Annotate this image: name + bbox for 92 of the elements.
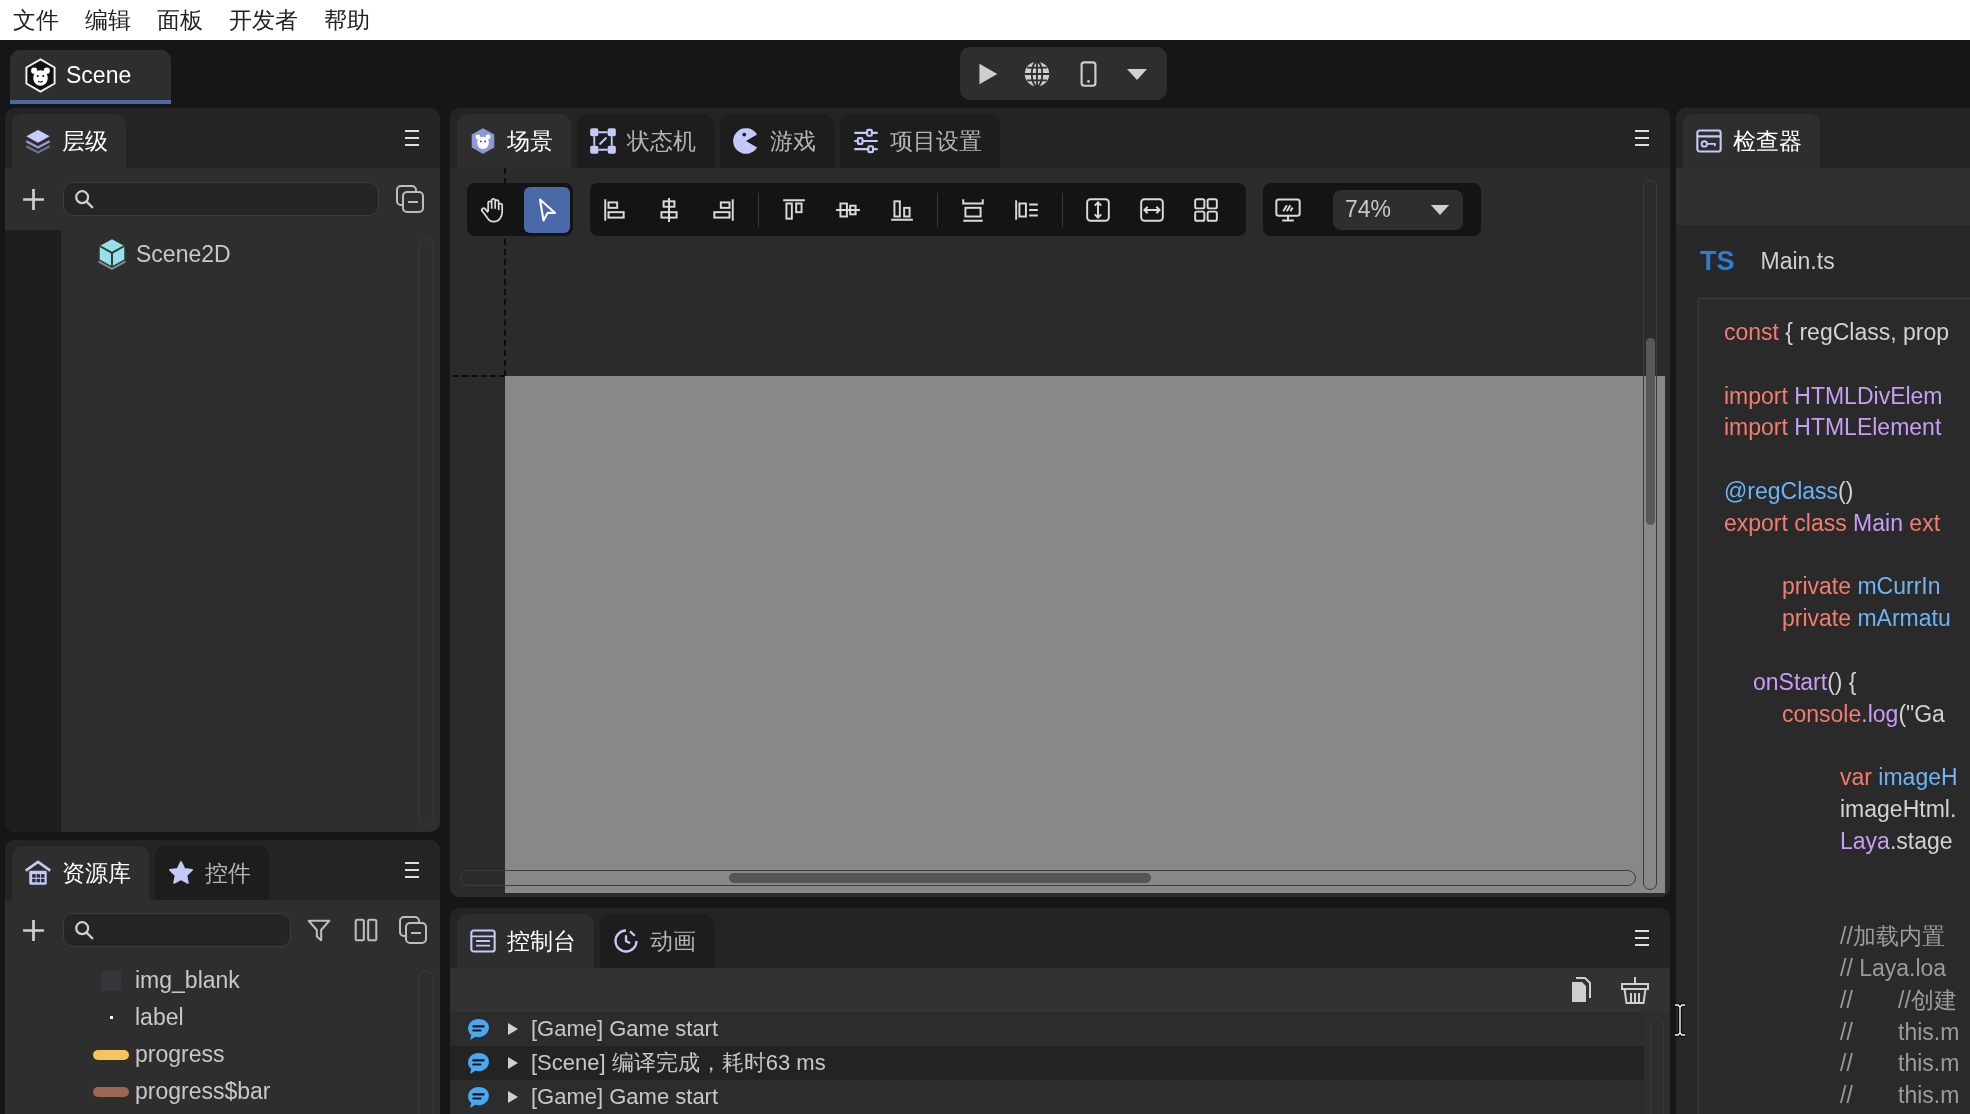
grid-icon[interactable]: [1193, 196, 1219, 223]
copy-icon[interactable]: [1569, 976, 1593, 1004]
asset-item[interactable]: progress$bar: [93, 1073, 271, 1110]
tool-button[interactable]: [524, 186, 570, 233]
menu-item[interactable]: 文件: [13, 4, 59, 36]
code-line: var imageH: [1840, 764, 1958, 791]
sliders-icon: [852, 127, 880, 155]
file-name: Main.ts: [1760, 248, 1835, 275]
code-line: // this.m: [1840, 1082, 1960, 1109]
panel-tab[interactable]: 状态机: [577, 114, 714, 168]
code-line: import HTMLDivElem: [1724, 382, 1943, 409]
basket-icon[interactable]: [1618, 975, 1652, 1005]
cube-icon: [97, 238, 127, 270]
text-cursor-icon: [1672, 1003, 1688, 1037]
code-line: //加载内置: [1840, 923, 1945, 950]
phone-icon[interactable]: [1080, 60, 1098, 87]
menu-icon[interactable]: [1633, 928, 1651, 948]
panel-tab[interactable]: 控制台: [457, 914, 594, 968]
code-line: onStart() {: [1753, 668, 1857, 695]
code-line: const { regClass, prop: [1724, 319, 1949, 345]
code-line: @regClass(): [1724, 478, 1854, 504]
window-key-icon: [1695, 127, 1723, 155]
code-line: private mCurrIn: [1782, 573, 1941, 600]
zoom-dropdown[interactable]: 74%: [1333, 189, 1463, 230]
align-top-icon[interactable]: [781, 196, 807, 223]
fit-width-icon[interactable]: [1139, 196, 1165, 223]
menu-item[interactable]: 编辑: [85, 4, 131, 36]
code-line: console.log("Ga: [1782, 700, 1945, 727]
file-type-label: TS: [1700, 246, 1735, 277]
menu-icon[interactable]: [403, 860, 421, 880]
disclosure-triangle-icon[interactable]: [507, 1022, 519, 1036]
code-line: // Laya.loa: [1840, 954, 1947, 981]
star-icon: [167, 859, 195, 887]
console-icon: [469, 927, 497, 955]
warehouse-icon: [24, 859, 52, 887]
plus-icon[interactable]: [21, 917, 46, 943]
code-line: // this.m: [1840, 1018, 1960, 1045]
plus-icon[interactable]: [21, 186, 46, 212]
asset-item[interactable]: img_blank: [93, 962, 240, 999]
panel-tab[interactable]: 场景: [457, 114, 571, 168]
scrollbar-thumb[interactable]: [1645, 338, 1655, 525]
menu-icon[interactable]: [403, 128, 421, 148]
fit-height-icon[interactable]: [1085, 196, 1111, 223]
document-tab[interactable]: Scene: [10, 50, 172, 104]
code-line: private mArmatu: [1782, 605, 1951, 632]
panel-tab[interactable]: 检查器: [1683, 114, 1820, 168]
clock-icon: [612, 927, 640, 955]
code-line: export class Main ext: [1724, 509, 1941, 536]
collapse-icon[interactable]: [395, 184, 425, 214]
panel-tab[interactable]: 项目设置: [840, 114, 1000, 168]
menu-item[interactable]: 开发者: [229, 4, 298, 36]
asset-item[interactable]: label: [93, 999, 184, 1036]
distribute-vertical-icon[interactable]: [960, 196, 986, 223]
menu-icon[interactable]: [1633, 128, 1651, 148]
collapse-icon[interactable]: [398, 915, 428, 945]
monkey-hexagon-icon: [469, 127, 497, 155]
caret-icon: [1429, 203, 1451, 216]
menu-item[interactable]: 帮助: [324, 4, 370, 36]
message-icon: [466, 1016, 491, 1042]
scrollbar-thumb[interactable]: [729, 873, 1151, 883]
globe-icon[interactable]: [1023, 59, 1052, 88]
monkey-hexagon-icon: [23, 57, 58, 93]
disclosure-triangle-icon[interactable]: [507, 1056, 519, 1070]
node-graph-icon: [589, 127, 617, 155]
asset-item[interactable]: progress: [93, 1036, 225, 1073]
code-line: imageHtml.: [1840, 795, 1957, 822]
caret-icon[interactable]: [1125, 66, 1150, 81]
log-entry[interactable]: [Scene] 编译完成，耗时63 ms: [450, 1046, 1644, 1080]
panel-tab[interactable]: 控件: [155, 846, 269, 900]
search-field[interactable]: [63, 182, 379, 216]
layers-icon: [24, 127, 52, 155]
search-field[interactable]: [63, 913, 291, 947]
code-line: Laya.stage: [1840, 827, 1953, 854]
message-icon: [466, 1050, 491, 1076]
code-line: // //创建: [1840, 986, 1957, 1013]
message-icon: [466, 1084, 491, 1110]
search-icon: [73, 188, 95, 210]
panel-tab[interactable]: 资源库: [12, 846, 149, 900]
disclosure-triangle-icon[interactable]: [507, 1090, 519, 1104]
code-line: // this.m: [1840, 1050, 1960, 1077]
align-left-icon[interactable]: [602, 196, 628, 223]
tree-item[interactable]: Scene2D: [97, 238, 231, 270]
panel-tab[interactable]: 动画: [600, 914, 714, 968]
align-right-icon[interactable]: [710, 196, 736, 223]
columns-icon[interactable]: [353, 917, 379, 943]
panel-tab[interactable]: 层级: [12, 114, 126, 168]
filter-icon[interactable]: [306, 917, 332, 943]
menu-item[interactable]: 面板: [157, 4, 203, 36]
code-line: import HTMLElement: [1724, 414, 1942, 441]
panel-tab[interactable]: 游戏: [720, 114, 834, 168]
pacman-icon: [732, 127, 760, 155]
search-icon: [73, 919, 95, 941]
